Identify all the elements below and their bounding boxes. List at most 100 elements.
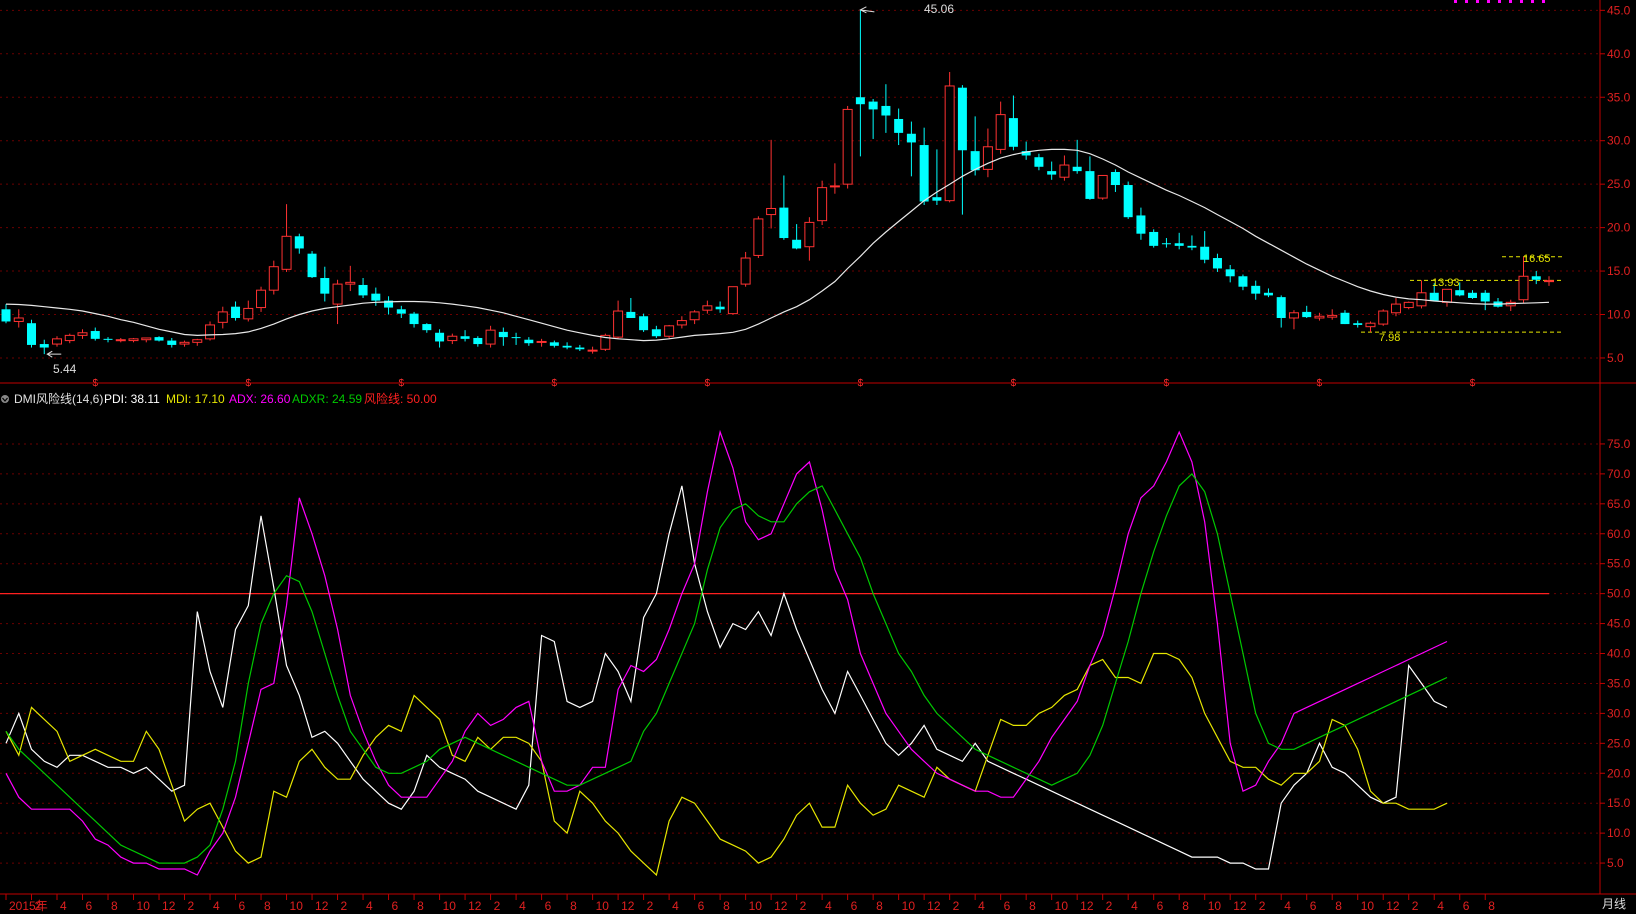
date-tick-label: 8 — [876, 899, 883, 913]
date-tick-label: 12 — [315, 899, 329, 913]
date-tick-label: 10 — [902, 899, 916, 913]
stock-chart[interactable]: $$$$$$$$$$ 5.010.015.020.025.030.035.040… — [0, 0, 1636, 914]
recent-high-label: 16.65 — [1523, 253, 1551, 265]
date-tick-label: 4 — [978, 899, 985, 913]
candle-body-up — [1544, 280, 1554, 283]
candle-body-down — [894, 118, 904, 133]
candle-body-up — [332, 283, 343, 305]
indicator-tick-label: 65.0 — [1607, 497, 1631, 511]
candle-body-up — [740, 257, 751, 285]
candle-body-down — [1531, 276, 1541, 280]
candle-body-down — [779, 207, 789, 239]
candle-body-down — [460, 336, 470, 339]
date-tick-label: 2 — [1106, 899, 1113, 913]
candle-body-up — [1327, 314, 1338, 318]
indicator-tick-label: 20.0 — [1607, 766, 1631, 780]
candle-body-up — [829, 185, 840, 188]
candle-body-down — [906, 133, 916, 143]
candle-body-up — [1097, 174, 1108, 199]
adx-value: ADX: 26.60 — [229, 392, 291, 406]
date-tick-label: 6 — [545, 899, 552, 913]
candle-body-down — [1136, 215, 1146, 234]
candle-body-down — [231, 306, 241, 318]
date-tick-label: 8 — [1029, 899, 1036, 913]
date-tick-label: 12 — [1233, 899, 1247, 913]
date-tick-label: 8 — [1335, 899, 1342, 913]
candle-body-down — [27, 323, 37, 345]
candle-body-up — [345, 281, 356, 285]
date-tick-label: 12 — [1080, 899, 1094, 913]
status-dot — [1509, 0, 1512, 3]
date-tick-label: 6 — [1463, 899, 1470, 913]
candle-body-up — [676, 320, 687, 326]
indicator-tick-label: 10.0 — [1607, 826, 1631, 840]
candle-body-up — [281, 235, 292, 270]
candle-body-up — [766, 207, 777, 216]
svg-text:DMI风险线(14,6) PDI: 38.11: DMI风险线(14,6) PDI: 38.11 MDI: 17.10 ADX: … — [14, 391, 437, 406]
date-tick-label: 8 — [111, 899, 118, 913]
candle-body-up — [753, 218, 764, 256]
candle-body-down — [1123, 185, 1133, 218]
candle-body-down — [868, 101, 878, 110]
date-tick-label: 2 — [188, 899, 195, 913]
candle-body-down — [435, 332, 445, 342]
date-tick-label: 2 — [953, 899, 960, 913]
candle-body-up — [256, 289, 267, 309]
candle-body-down — [1353, 323, 1363, 325]
candle-body-up — [944, 85, 955, 202]
candle-body-down — [396, 309, 406, 314]
high-price-label: 45.06 — [924, 2, 954, 16]
date-tick-label: 4 — [60, 899, 67, 913]
date-tick-label: 6 — [239, 899, 246, 913]
date-tick-label: 2 — [341, 899, 348, 913]
candle-body-up — [982, 146, 993, 170]
candle-body-up — [727, 286, 738, 315]
candle-body-down — [1085, 171, 1095, 199]
date-tick-label: 6 — [86, 899, 93, 913]
indicator-tick-label: 30.0 — [1607, 706, 1631, 720]
candle-body-down — [1302, 311, 1312, 318]
candle-body-down — [1047, 171, 1057, 175]
indicator-tick-label: 55.0 — [1607, 557, 1631, 571]
indicator-tick-label: 40.0 — [1607, 647, 1631, 661]
candle-body-down — [1429, 292, 1439, 301]
date-tick-label: 12 — [621, 899, 635, 913]
candle-body-down — [167, 340, 177, 345]
candle-body-down — [549, 342, 559, 346]
date-tick-label: 4 — [1131, 899, 1138, 913]
date-tick-label: 2 — [647, 899, 654, 913]
date-tick-label: 4 — [213, 899, 220, 913]
candle-body-down — [1251, 285, 1261, 294]
candle-body-down — [90, 331, 100, 339]
status-dot — [1520, 0, 1523, 3]
indicator-tick-label: 5.0 — [1607, 856, 1624, 870]
date-tick-label: 4 — [825, 899, 832, 913]
date-tick-label: 12 — [774, 899, 788, 913]
date-tick-label: 10 — [443, 899, 457, 913]
candle-body-up — [52, 338, 63, 345]
candle-body-down — [792, 239, 802, 249]
date-tick-label: 4 — [519, 899, 526, 913]
date-tick-label: 4 — [672, 899, 679, 913]
candle-body-down — [358, 284, 368, 296]
status-dot — [1476, 0, 1479, 3]
candle-body-down — [855, 97, 865, 105]
candle-body-down — [1263, 292, 1273, 296]
price-tick-label: 25.0 — [1607, 177, 1631, 191]
price-tick-label: 15.0 — [1607, 264, 1631, 278]
price-tick-label: 20.0 — [1607, 221, 1631, 235]
candle-body-up — [689, 311, 700, 321]
date-tick-label: 2 — [1259, 899, 1266, 913]
period-label[interactable]: 月线 — [1602, 897, 1626, 911]
date-tick-label: 8 — [570, 899, 577, 913]
candle-body-down — [1034, 157, 1044, 167]
indicator-tick-label: 70.0 — [1607, 467, 1631, 481]
mid-high-label: 13.93 — [1432, 277, 1460, 289]
date-tick-label: 12 — [1386, 899, 1400, 913]
date-tick-label: 6 — [698, 899, 705, 913]
risk-line-value: 风险线: 50.00 — [364, 391, 437, 406]
candle-body-down — [1149, 231, 1159, 246]
candle-body-up — [128, 338, 139, 342]
mdi-value: MDI: 17.10 — [166, 392, 225, 406]
candle-body-down — [626, 311, 636, 318]
